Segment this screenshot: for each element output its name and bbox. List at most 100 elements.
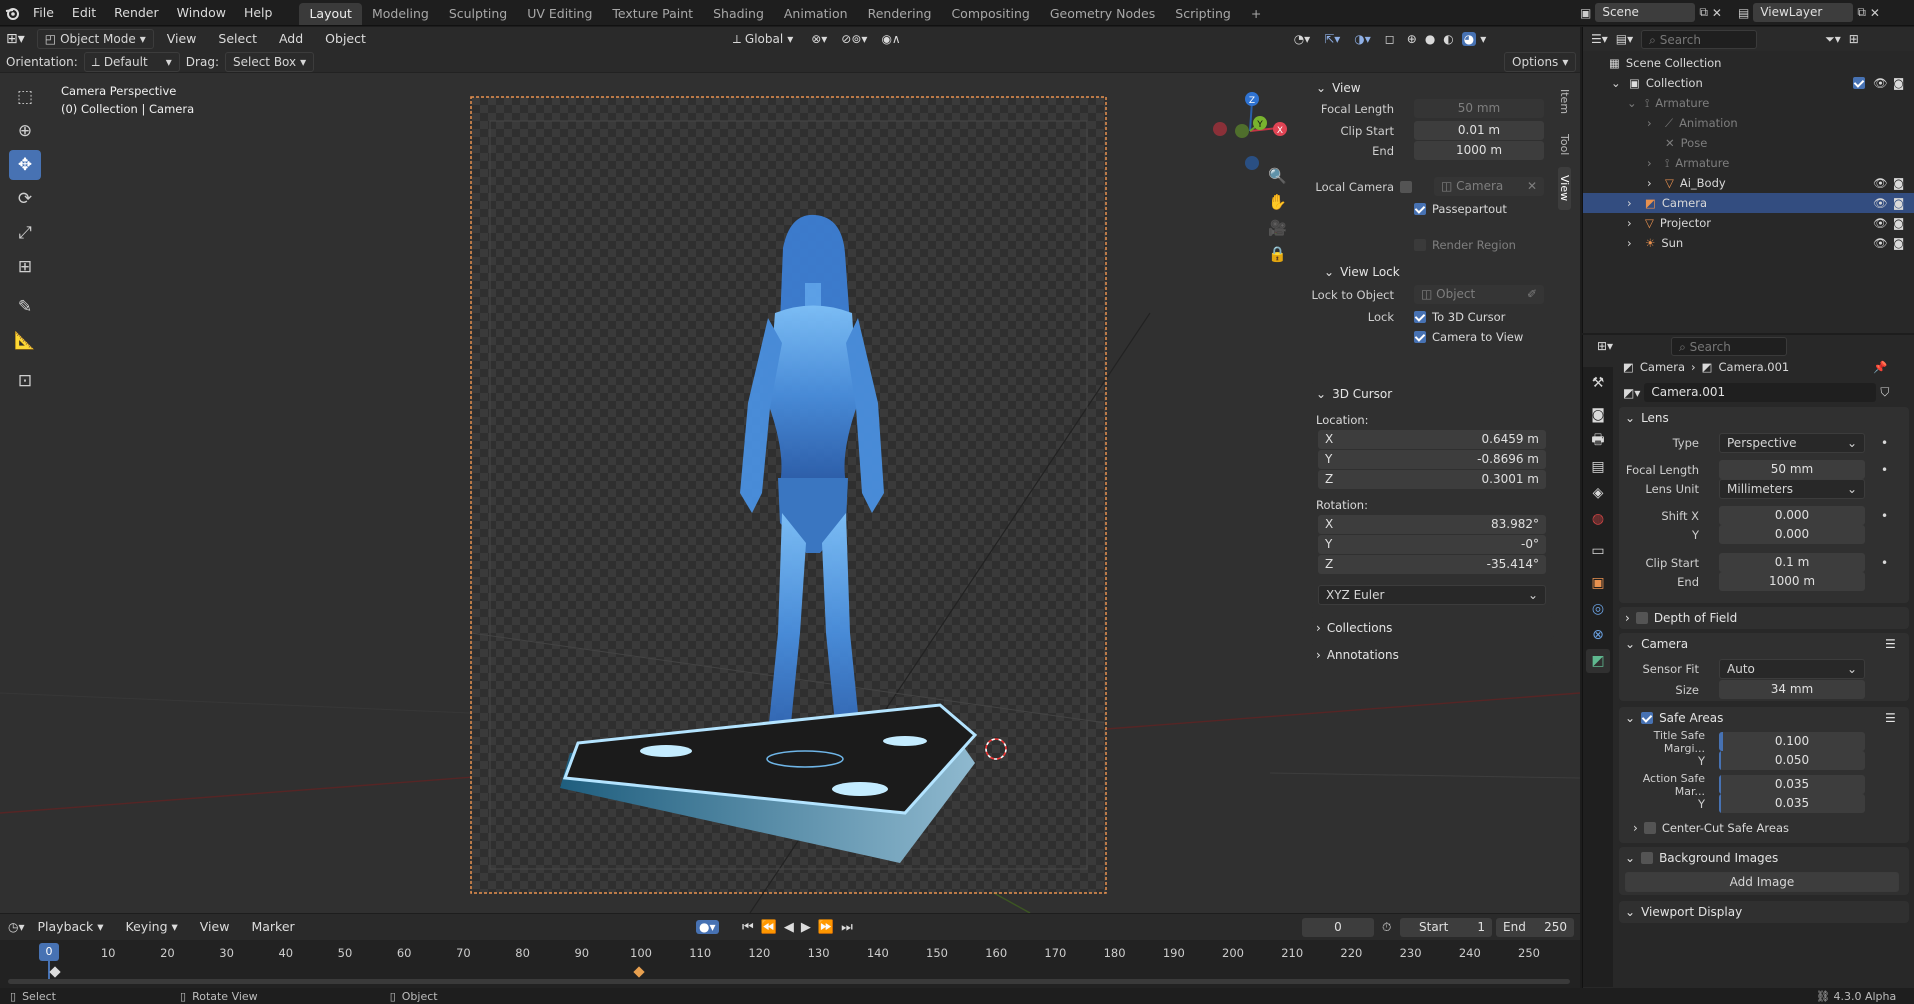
menu-window[interactable]: Window [168, 0, 235, 26]
new-collection-icon[interactable]: ⊞ [1849, 32, 1859, 46]
view-layer-tab-icon[interactable]: ▤ [1586, 455, 1610, 479]
render-camera-icon[interactable]: ◙ [1893, 213, 1904, 233]
keyframe-dot-icon[interactable]: • [1881, 463, 1888, 477]
eyedropper-icon[interactable]: ✐ [1527, 285, 1537, 304]
editor-type-icon[interactable]: ⊞▾ [6, 31, 25, 47]
rotation-mode-select[interactable]: XYZ Euler ⌄ [1318, 585, 1546, 605]
chevron-down-icon[interactable]: ▾ [1480, 32, 1486, 46]
frame-start-field[interactable]: Start 1 [1400, 917, 1492, 937]
menu-help[interactable]: Help [235, 0, 282, 26]
dof-panel-header[interactable]: › Depth of Field [1619, 607, 1909, 629]
overlay-toggle-icon[interactable]: ◑▾ [1354, 32, 1371, 46]
lens-type-select[interactable]: Perspective ⌄ [1719, 432, 1865, 453]
background-images-checkbox[interactable] [1641, 852, 1654, 864]
lock-to-object-field[interactable]: ◫ Object ✐ [1414, 285, 1544, 304]
clip-start-field[interactable]: 0.1 m [1719, 553, 1865, 572]
datablock-name-field[interactable]: Camera.001 [1644, 383, 1877, 402]
physics-tab-icon[interactable]: ◎ [1586, 597, 1610, 621]
blender-logo-icon[interactable] [0, 0, 24, 26]
mode-select[interactable]: ◰ Object Mode ▾ [36, 29, 154, 49]
prev-keyframe-icon[interactable]: ⏪ [761, 920, 777, 935]
transform-tool-icon[interactable]: ⊞ [9, 252, 41, 282]
tab-shading[interactable]: Shading [703, 3, 774, 25]
outliner-row-sun[interactable]: › ☀ Sun 👁 ◙ [1583, 233, 1914, 253]
lens-unit-select[interactable]: Millimeters ⌄ [1719, 478, 1865, 499]
viewlayer-field[interactable]: ViewLayer [1753, 3, 1854, 22]
cursor-rotation-z[interactable]: Z -35.414° [1318, 555, 1546, 574]
timeline-menu-playback[interactable]: Playback ▾ [29, 914, 113, 940]
clip-end-field[interactable]: 1000 m [1719, 572, 1865, 591]
add-cube-tool-icon[interactable]: ⊡ [9, 366, 41, 396]
tab-scripting[interactable]: Scripting [1165, 3, 1241, 25]
viewport-menu-select[interactable]: Select [209, 27, 266, 52]
pan-hand-icon[interactable]: ✋ [1268, 193, 1287, 211]
cursor-panel-header[interactable]: ⌄ 3D Cursor [1310, 383, 1554, 405]
move-tool-icon[interactable]: ✥ [9, 150, 41, 180]
lens-panel-header[interactable]: ⌄ Lens [1619, 407, 1909, 429]
outliner-row-armature[interactable]: ⌄ ⟟ Armature [1583, 93, 1914, 113]
outliner-row-armature-data[interactable]: › ⟟ Armature [1583, 153, 1914, 173]
keyframe-diamond[interactable] [633, 966, 645, 978]
tab-geometry-nodes[interactable]: Geometry Nodes [1040, 3, 1165, 25]
collection-tab-icon[interactable]: ▭ [1586, 539, 1610, 563]
list-icon[interactable]: ☰ [1885, 633, 1896, 655]
breadcrumb-object[interactable]: Camera [1640, 360, 1685, 374]
pin-icon[interactable]: 📌 [1873, 360, 1887, 374]
render-camera-icon[interactable]: ◙ [1893, 73, 1904, 93]
material-shading-icon[interactable]: ◐ [1443, 32, 1453, 46]
viewport-area[interactable]: ⊞▾ ◰ Object Mode ▾ View Select Add Object … [0, 27, 1580, 913]
view-clip-start-field[interactable]: 0.01 m [1414, 121, 1544, 140]
fake-user-icon[interactable]: ⛉ [1880, 385, 1889, 400]
camera-data-icon[interactable]: ◩▾ [1623, 386, 1640, 400]
visibility-icon[interactable]: ◔▾ [1294, 32, 1311, 46]
menu-render[interactable]: Render [105, 0, 168, 26]
timeline-menu-keying[interactable]: Keying ▾ [117, 914, 187, 940]
eye-icon[interactable]: 👁 [1873, 173, 1888, 193]
render-camera-icon[interactable]: ◙ [1893, 173, 1904, 193]
editor-type-icon[interactable]: ◷▾ [8, 920, 25, 934]
menu-edit[interactable]: Edit [63, 0, 105, 26]
sensor-fit-select[interactable]: Auto ⌄ [1719, 658, 1865, 679]
tab-rendering[interactable]: Rendering [858, 3, 942, 25]
chevron-right-icon[interactable]: › [1633, 821, 1638, 835]
snap-icon[interactable]: ⊘⊚▾ [841, 32, 867, 46]
render-region-checkbox[interactable] [1414, 238, 1426, 251]
constraints-tab-icon[interactable]: ⊗ [1586, 623, 1610, 647]
jump-end-icon[interactable]: ⏭ [841, 920, 853, 935]
measure-tool-icon[interactable]: 📐 [9, 326, 41, 356]
add-image-button[interactable]: Add Image [1625, 872, 1899, 892]
annotations-panel-header[interactable]: › Annotations [1310, 644, 1554, 666]
world-tab-icon[interactable]: ◍ [1586, 507, 1610, 531]
lock-icon[interactable]: 🔒 [1268, 245, 1287, 263]
action-safe-field[interactable]: 0.035 [1719, 775, 1865, 794]
collections-panel-header[interactable]: › Collections [1310, 617, 1554, 639]
render-camera-icon[interactable]: ◙ [1893, 193, 1904, 213]
outliner-row-ai-body[interactable]: › ▽ Ai_Body 👁 ◙ [1583, 173, 1914, 193]
shift-y-field[interactable]: 0.000 [1719, 525, 1865, 544]
local-camera-checkbox[interactable] [1400, 180, 1412, 193]
cursor-rotation-y[interactable]: Y -0° [1318, 535, 1546, 554]
outliner-row-camera[interactable]: › ◩ Camera 👁 ◙ [1583, 193, 1914, 213]
shift-x-field[interactable]: 0.000 [1719, 506, 1865, 525]
camera-data-tab-icon[interactable]: ◩ [1586, 649, 1610, 673]
tab-tool[interactable]: Tool [1558, 126, 1571, 163]
output-tab-icon[interactable]: 🖶 [1586, 429, 1610, 453]
camera-view-icon[interactable]: 🎥 [1268, 219, 1287, 237]
frame-end-field[interactable]: End 250 [1496, 917, 1574, 937]
view-panel-header[interactable]: ⌄ View [1310, 77, 1554, 99]
scene-field[interactable]: Scene [1595, 3, 1696, 22]
select-box-icon[interactable]: ⬚ [9, 82, 41, 112]
scene-tab-icon[interactable]: ◈ [1586, 481, 1610, 505]
close-icon[interactable]: ✕ [1527, 177, 1537, 196]
collection-exclude-checkbox[interactable] [1853, 77, 1865, 89]
outliner-search[interactable]: ⌕ Search [1641, 29, 1758, 49]
timeline-menu-view[interactable]: View [191, 914, 239, 940]
drag-select[interactable]: Select Box ▾ [224, 51, 315, 72]
keyframe-dot-icon[interactable]: • [1881, 436, 1888, 450]
keyframe-dot-icon[interactable]: • [1881, 509, 1888, 523]
title-safe-field[interactable]: 0.100 [1719, 732, 1865, 751]
rendered-shading-icon[interactable]: ◕ [1461, 32, 1477, 46]
local-camera-field[interactable]: ◫ Camera ✕ [1434, 177, 1544, 196]
view-focal-length-field[interactable]: 50 mm [1414, 99, 1544, 118]
safe-areas-header[interactable]: ⌄ Safe Areas ☰ [1619, 707, 1909, 729]
